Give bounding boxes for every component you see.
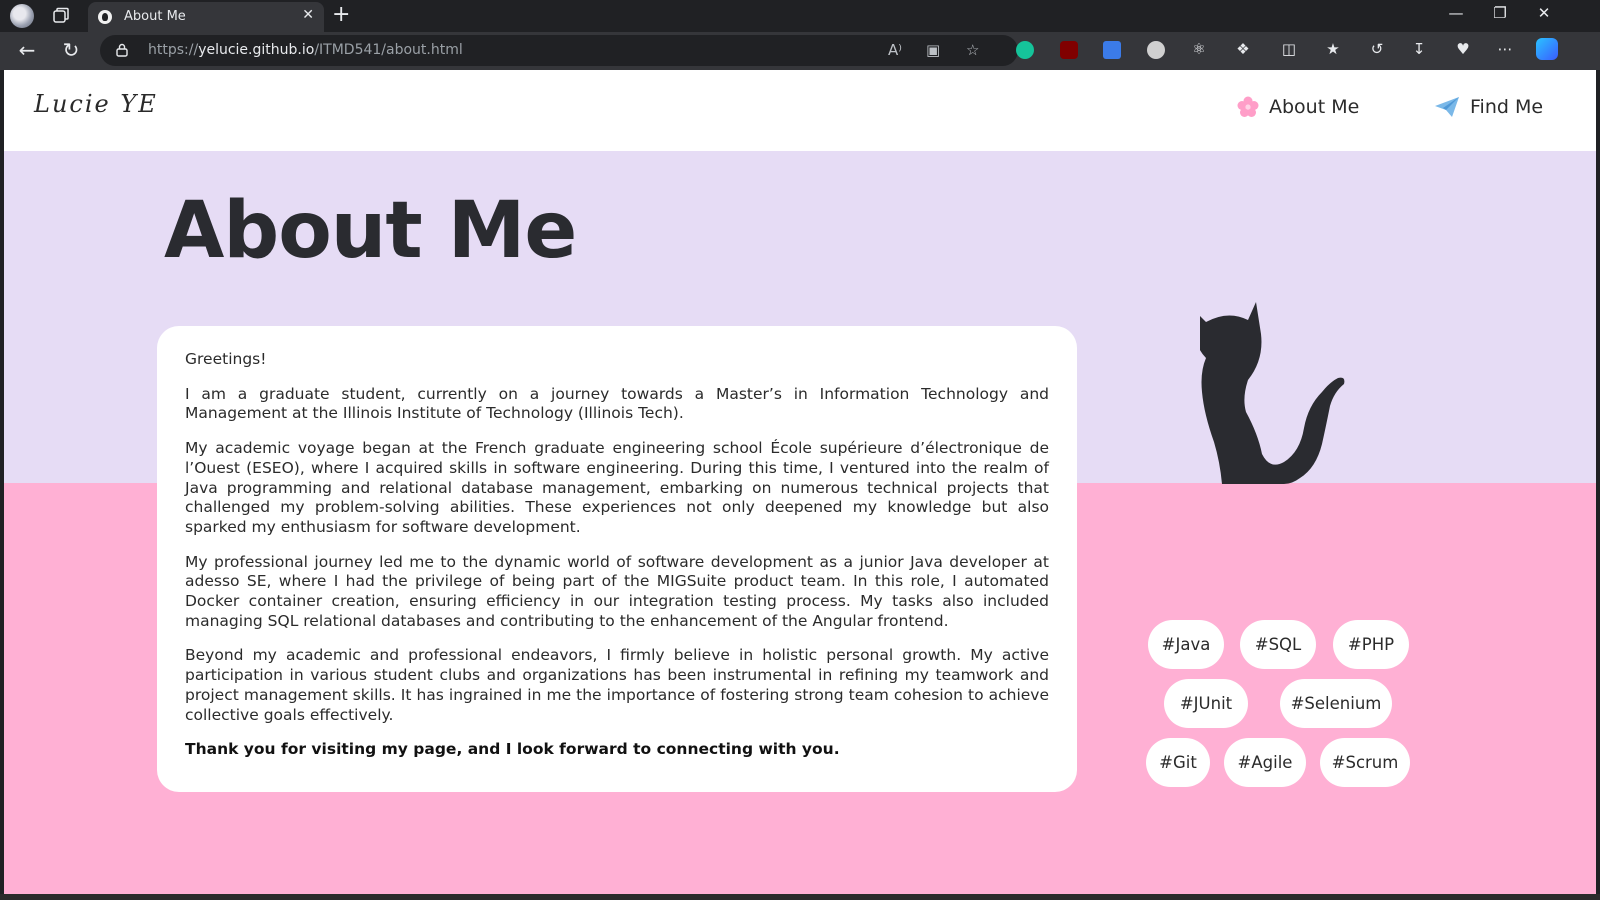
closing-text: Thank you for visiting my page, and I lo… <box>185 740 840 759</box>
tab-title: About Me <box>124 9 186 24</box>
nav-about-me-label: About Me <box>1269 96 1360 118</box>
reload-icon[interactable]: ↻ <box>56 38 86 62</box>
personal-growth-paragraph: Beyond my academic and professional ende… <box>185 646 1049 724</box>
horizontal-scrollbar[interactable] <box>0 894 1600 900</box>
github-favicon-icon <box>98 10 112 24</box>
close-tab-icon[interactable]: ✕ <box>302 7 314 23</box>
browser-tab-bar: About Me ✕ + — ❐ ✕ <box>0 0 1600 32</box>
split-screen-icon[interactable]: ◫ <box>1278 40 1300 58</box>
site-logo[interactable]: Lucie YE <box>34 90 158 118</box>
extension-circle-icon[interactable] <box>1147 41 1165 59</box>
tag-junit[interactable]: #JUnit <box>1164 679 1248 728</box>
app-available-icon[interactable]: ▣ <box>926 41 940 59</box>
react-devtools-icon[interactable]: ⚛ <box>1188 40 1210 58</box>
tag-sql[interactable]: #SQL <box>1240 620 1316 669</box>
about-card: Greetings! I am a graduate student, curr… <box>157 326 1077 792</box>
lock-icon[interactable] <box>116 43 128 57</box>
browser-essentials-icon[interactable]: ♥ <box>1452 40 1474 58</box>
tag-scrum[interactable]: #Scrum <box>1320 738 1410 787</box>
nav-about-me[interactable]: About Me <box>1237 96 1359 118</box>
paper-plane-icon <box>1435 97 1459 117</box>
read-aloud-icon[interactable]: A⁾ <box>888 41 902 59</box>
browser-toolbar: ← ↻ https://yelucie.github.io/ITMD541/ab… <box>0 32 1600 70</box>
translate-icon[interactable] <box>1103 41 1121 59</box>
restore-icon[interactable]: ❐ <box>1478 4 1522 22</box>
favorites-icon[interactable]: ★ <box>1322 40 1344 58</box>
tag-selenium[interactable]: #Selenium <box>1280 679 1392 728</box>
tag-agile[interactable]: #Agile <box>1224 738 1306 787</box>
cat-silhouette-icon <box>1200 302 1345 484</box>
nav-find-me[interactable]: Find Me <box>1434 96 1543 118</box>
new-tab-button[interactable]: + <box>332 3 350 27</box>
nav-find-me-label: Find Me <box>1470 96 1544 118</box>
address-bar[interactable]: https://yelucie.github.io/ITMD541/about.… <box>100 35 1018 66</box>
intro-paragraph: I am a graduate student, currently on a … <box>185 384 1049 423</box>
more-menu-icon[interactable]: ⋯ <box>1494 40 1516 58</box>
academic-paragraph: My academic voyage began at the French g… <box>185 439 1049 536</box>
profile-avatar[interactable] <box>10 4 34 28</box>
back-icon[interactable]: ← <box>12 38 42 62</box>
tag-php[interactable]: #PHP <box>1333 620 1409 669</box>
tag-git[interactable]: #Git <box>1146 738 1210 787</box>
flower-icon <box>1237 96 1259 117</box>
page-title: About Me <box>164 186 577 276</box>
history-icon[interactable]: ↺ <box>1366 40 1388 58</box>
url-text[interactable]: https://yelucie.github.io/ITMD541/about.… <box>148 42 463 58</box>
downloads-icon[interactable]: ↧ <box>1408 40 1430 58</box>
copilot-icon[interactable] <box>1536 38 1558 60</box>
tag-java[interactable]: #Java <box>1148 620 1224 669</box>
minimize-icon[interactable]: — <box>1434 4 1478 22</box>
close-window-icon[interactable]: ✕ <box>1522 4 1566 22</box>
greeting-text: Greetings! <box>185 350 267 368</box>
tab-about-me[interactable]: About Me ✕ <box>88 2 324 32</box>
web-page: Lucie YE About Me Find Me About Me Greet… <box>4 70 1596 894</box>
grammarly-icon[interactable] <box>1016 41 1034 59</box>
extensions-puzzle-icon[interactable]: ❖ <box>1232 40 1254 58</box>
favorite-star-icon[interactable]: ☆ <box>966 41 979 59</box>
professional-paragraph: My professional journey led me to the dy… <box>185 552 1049 630</box>
site-header: Lucie YE About Me Find Me <box>4 70 1596 151</box>
tab-actions-icon[interactable] <box>52 7 70 25</box>
ublock-icon[interactable] <box>1060 41 1078 59</box>
